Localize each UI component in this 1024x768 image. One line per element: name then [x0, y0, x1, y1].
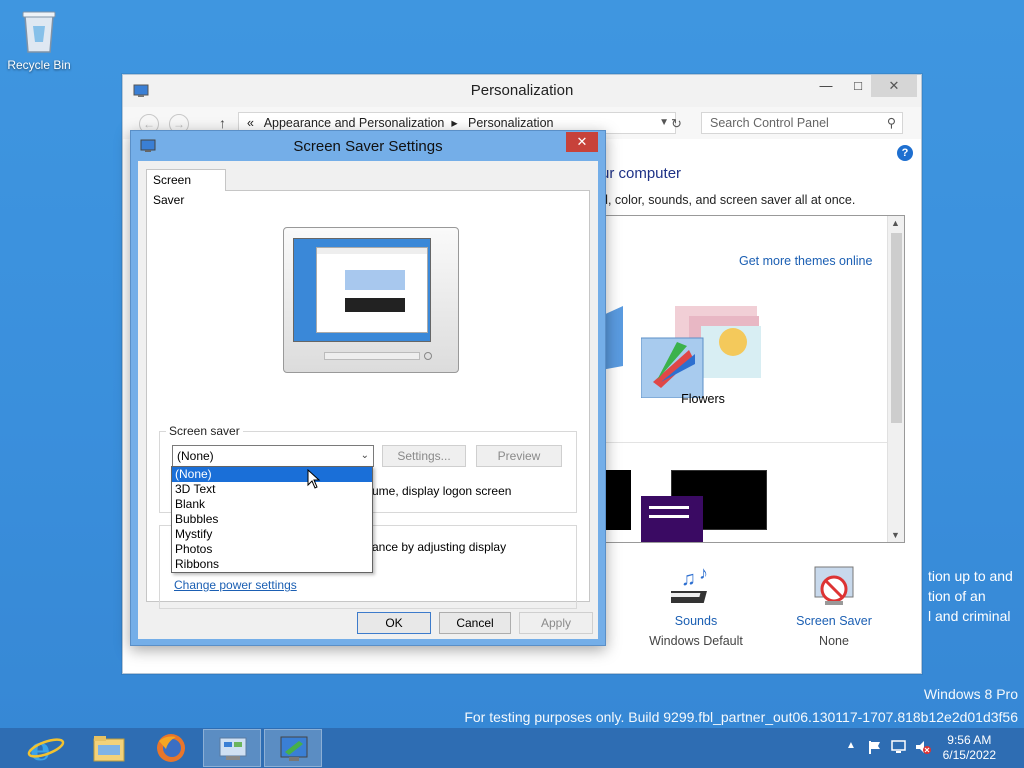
taskbar-firefox[interactable] — [142, 729, 200, 767]
recycle-bin-label: Recycle Bin — [7, 58, 71, 72]
ok-button[interactable]: OK — [357, 612, 431, 634]
titlebar: Personalization — □ ✕ — [123, 75, 921, 107]
chevron-down-icon: ⌄ — [360, 450, 369, 461]
preview-window — [316, 247, 428, 333]
power-description: ance by adjusting display — [372, 540, 507, 554]
refresh-icon[interactable]: ↻ — [671, 116, 682, 132]
theme-high-contrast[interactable] — [641, 470, 767, 542]
settings-button[interactable]: Settings... — [382, 445, 466, 467]
sounds-icon: ♫ ♪ — [663, 563, 708, 603]
scroll-down-icon[interactable]: ▼ — [891, 530, 900, 540]
scroll-thumb[interactable] — [891, 233, 902, 423]
themes-list[interactable]: Get more themes online Flowers ▲ ▼ — [601, 215, 905, 543]
close-button[interactable]: ✕ — [871, 75, 917, 97]
show-hidden-icons[interactable]: ▲ — [846, 740, 856, 751]
option-3d-text[interactable]: 3D Text — [172, 482, 372, 497]
help-icon[interactable]: ? — [897, 145, 913, 161]
recycle-bin[interactable]: Recycle Bin — [6, 6, 72, 72]
divider — [601, 442, 887, 443]
dialog-body: Screen Saver Screen saver (None) ⌄ Setti… — [138, 161, 598, 639]
control-panel-icon — [219, 737, 247, 760]
sounds-value: Windows Default — [649, 634, 743, 648]
page-description: d, color, sounds, and screen saver all a… — [601, 193, 856, 207]
firefox-icon — [157, 734, 185, 762]
screen-saver-group-label: Screen saver — [166, 424, 243, 438]
svg-text:♫: ♫ — [681, 568, 696, 590]
dialog-close-button[interactable]: ✕ — [566, 132, 598, 152]
maximize-button[interactable]: □ — [843, 75, 873, 97]
recycle-bin-icon — [22, 11, 56, 53]
screen-saver-dialog: Screen Saver Settings ✕ Screen Saver Scr… — [130, 130, 606, 646]
screen-saver-dropdown[interactable]: (None) 3D Text Blank Bubbles Mystify Pho… — [171, 466, 373, 573]
taskbar-ie[interactable]: e — [16, 729, 74, 768]
option-photos[interactable]: Photos — [172, 542, 372, 557]
action-center-flag-icon[interactable] — [866, 739, 882, 755]
flowers-theme-thumbnail — [640, 306, 761, 399]
tab-panel: Screen saver (None) ⌄ Settings... Previe… — [146, 190, 590, 609]
watermark-edition: Windows 8 Pro — [923, 686, 1018, 702]
window-title: Personalization — [470, 82, 574, 99]
network-icon[interactable] — [890, 739, 908, 755]
up-button[interactable]: ↑ — [219, 115, 226, 131]
volume-muted-icon[interactable] — [914, 739, 932, 755]
taskbar-explorer[interactable] — [80, 729, 138, 767]
preview-screen — [293, 238, 431, 342]
apply-button[interactable]: Apply — [519, 612, 593, 634]
clock-date: 6/15/2022 — [942, 748, 996, 762]
clock-time: 9:56 AM — [947, 733, 992, 747]
hc-window-2 — [641, 496, 703, 542]
get-more-themes-link[interactable]: Get more themes online — [739, 254, 872, 268]
breadcrumb-personalization[interactable]: Personalization — [468, 116, 553, 130]
sounds-link[interactable]: Sounds — [641, 614, 751, 628]
screen-saver-select[interactable]: (None) ⌄ — [172, 445, 374, 467]
taskbar-personalization[interactable] — [264, 729, 322, 767]
theme-label: Flowers — [681, 392, 725, 406]
option-ribbons[interactable]: Ribbons — [172, 557, 372, 572]
internet-explorer-icon: e — [27, 730, 65, 768]
dialog-title: Screen Saver Settings — [293, 138, 443, 155]
preview-button[interactable]: Preview — [476, 445, 562, 467]
option-none[interactable]: (None) — [172, 467, 372, 482]
hidden-label-1 — [364, 636, 444, 650]
change-power-settings-link[interactable]: Change power settings — [174, 578, 297, 592]
chevron-down-icon[interactable]: ▼ — [659, 113, 669, 133]
breadcrumb-appearance[interactable]: Appearance and Personalization — [264, 116, 445, 130]
sounds-setting[interactable]: ♫ ♪ Sounds Windows Default — [641, 561, 751, 648]
watermark-build: For testing purposes only. Build 9299.fb… — [464, 709, 1018, 725]
mouse-cursor-icon — [307, 469, 321, 489]
theme-flowers[interactable]: Flowers — [640, 302, 765, 408]
search-icon: ⚲ — [886, 116, 896, 130]
scroll-up-icon[interactable]: ▲ — [891, 218, 900, 228]
search-input[interactable]: Search Control Panel ⚲ — [701, 112, 903, 134]
preview-monitor — [283, 227, 459, 373]
option-bubbles[interactable]: Bubbles — [172, 512, 372, 527]
screen-saver-link[interactable]: Screen Saver — [779, 614, 889, 628]
screen-saver-icon — [814, 566, 854, 605]
option-blank[interactable]: Blank — [172, 497, 372, 512]
screen-saver-value: None — [819, 634, 849, 648]
taskbar: e ▲ 9:56 AM 6/15/2022 — [0, 728, 1024, 768]
taskbar-control-panel[interactable] — [203, 729, 261, 767]
minimize-button[interactable]: — — [811, 75, 841, 97]
themes-scrollbar[interactable]: ▲ ▼ — [887, 216, 904, 542]
option-mystify[interactable]: Mystify — [172, 527, 372, 542]
folder-icon — [93, 736, 125, 762]
personalization-icon — [280, 736, 308, 761]
background-text: tion up to and tion of an l and criminal — [928, 568, 1013, 624]
screen-saver-setting[interactable]: Screen Saver None — [779, 561, 889, 648]
tab-screen-saver[interactable]: Screen Saver — [146, 169, 226, 207]
cancel-button[interactable]: Cancel — [439, 612, 511, 634]
breadcrumb-root[interactable]: « — [247, 116, 254, 130]
system-clock[interactable]: 9:56 AM 6/15/2022 — [943, 733, 996, 763]
resume-logon-label: ume, display logon screen — [372, 484, 512, 498]
svg-text:♪: ♪ — [699, 563, 708, 583]
page-heading: ur computer — [601, 165, 682, 182]
